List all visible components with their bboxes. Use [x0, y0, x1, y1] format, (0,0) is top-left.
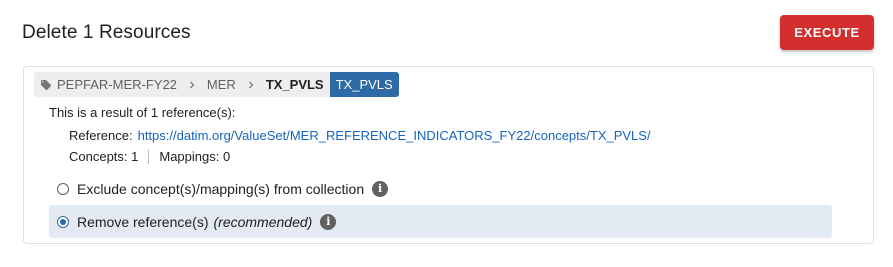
- option-exclude[interactable]: Exclude concept(s)/mapping(s) from colle…: [49, 172, 832, 205]
- info-icon[interactable]: i: [372, 180, 389, 197]
- concept-badge: TX_PVLS: [329, 72, 399, 97]
- breadcrumb-collection[interactable]: MER: [203, 72, 240, 97]
- tag-icon: [40, 79, 52, 91]
- chevron-right-icon: [181, 72, 203, 97]
- reference-label: Reference:: [69, 128, 133, 143]
- result-summary: This is a result of 1 reference(s):: [49, 105, 236, 120]
- exclude-label: Exclude concept(s)/mapping(s) from colle…: [77, 180, 365, 197]
- remove-recommended-hint: (recommended): [213, 213, 313, 230]
- resource-card: PEPFAR-MER-FY22 MER TX_PVLS TX_PVLS This…: [23, 66, 874, 244]
- breadcrumb-owner[interactable]: PEPFAR-MER-FY22: [34, 72, 181, 97]
- chevron-right-icon: [240, 72, 262, 97]
- exclude-radio[interactable]: [57, 182, 69, 195]
- execute-button[interactable]: EXECUTE: [780, 15, 874, 50]
- dialog-title: Delete 1 Resources: [22, 22, 191, 43]
- breadcrumb-owner-label: PEPFAR-MER-FY22: [57, 77, 177, 92]
- info-icon[interactable]: i: [320, 213, 337, 230]
- remove-label: Remove reference(s): [77, 213, 209, 230]
- option-remove[interactable]: Remove reference(s) (recommended) i: [49, 205, 832, 238]
- breadcrumb-concept: TX_PVLS: [265, 77, 324, 92]
- reference-stats: Concepts: 1 Mappings: 0: [69, 149, 230, 164]
- concepts-count: Concepts: 1: [69, 149, 139, 164]
- reference-link[interactable]: https://datim.org/ValueSet/MER_REFERENCE…: [138, 128, 651, 143]
- stats-divider: [148, 149, 150, 164]
- mappings-count: Mappings: 0: [159, 149, 231, 164]
- remove-radio[interactable]: [57, 215, 69, 228]
- breadcrumb: PEPFAR-MER-FY22 MER TX_PVLS TX_PVLS: [34, 72, 399, 97]
- reference-line: Reference: https://datim.org/ValueSet/MER…: [69, 128, 651, 143]
